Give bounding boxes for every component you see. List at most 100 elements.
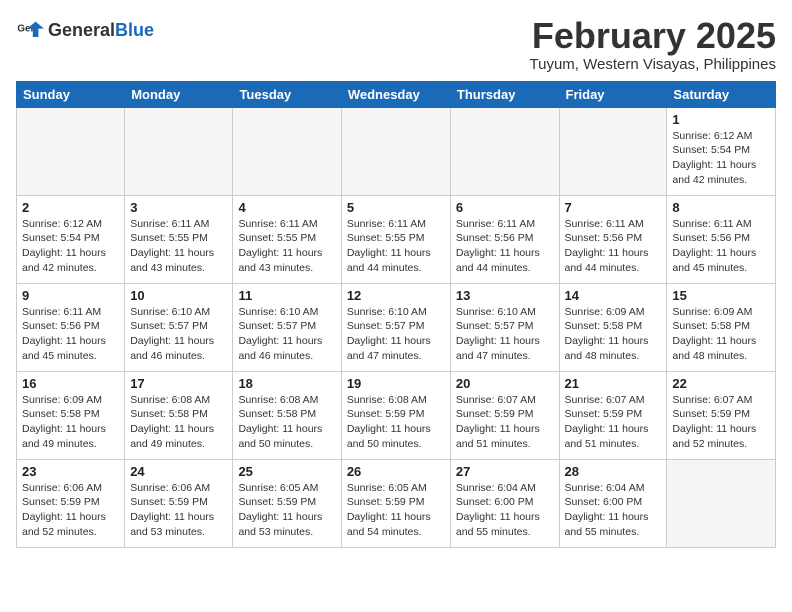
day-number: 28 xyxy=(565,464,662,479)
calendar-cell: 5Sunrise: 6:11 AMSunset: 5:55 PMDaylight… xyxy=(341,195,450,283)
calendar-cell xyxy=(450,107,559,195)
day-of-week-sunday: Sunday xyxy=(17,81,125,107)
calendar-cell: 28 Sunrise: 6:04 AMSunset: 6:00 PMDayligh… xyxy=(559,459,667,547)
calendar-cell xyxy=(341,107,450,195)
logo-general: General xyxy=(48,20,115,40)
page-header: Gen GeneralBlue February 2025 Tuyum, Wes… xyxy=(16,16,776,73)
calendar-cell: 26 Sunrise: 6:05 AMSunset: 5:59 PMDayligh… xyxy=(341,459,450,547)
day-info: Sunrise: 6:07 AMSunset: 5:59 PMDaylight:… xyxy=(565,393,662,452)
day-info: Sunrise: 6:12 AMSunset: 5:54 PMDaylight:… xyxy=(672,129,770,188)
calendar-week-1: 1Sunrise: 6:12 AMSunset: 5:54 PMDaylight… xyxy=(17,107,776,195)
calendar-week-5: 23Sunrise: 6:06 AMSunset: 5:59 PMDayligh… xyxy=(17,459,776,547)
calendar-cell: 19 Sunrise: 6:08 AMSunset: 5:59 PMDayligh… xyxy=(341,371,450,459)
day-of-week-friday: Friday xyxy=(559,81,667,107)
logo: Gen GeneralBlue xyxy=(16,16,154,44)
day-number: 12 xyxy=(347,288,445,303)
calendar-cell: 17Sunrise: 6:08 AMSunset: 5:58 PMDayligh… xyxy=(125,371,233,459)
calendar-cell: 11 Sunrise: 6:10 AMSunset: 5:57 PMDayligh… xyxy=(233,283,341,371)
day-info: Sunrise: 6:04 AMSunset: 6:00 PMDaylight:… xyxy=(565,481,662,540)
calendar-cell: 14 Sunrise: 6:09 AMSunset: 5:58 PMDayligh… xyxy=(559,283,667,371)
calendar-cell xyxy=(125,107,233,195)
calendar-cell: 1Sunrise: 6:12 AMSunset: 5:54 PMDaylight… xyxy=(667,107,776,195)
day-info: Sunrise: 6:10 AMSunset: 5:57 PMDaylight:… xyxy=(238,305,335,364)
day-number: 22 xyxy=(672,376,770,391)
calendar-cell: 4 Sunrise: 6:11 AMSunset: 5:55 PMDaylight… xyxy=(233,195,341,283)
day-info: Sunrise: 6:09 AMSunset: 5:58 PMDaylight:… xyxy=(565,305,662,364)
day-number: 16 xyxy=(22,376,119,391)
day-number: 8 xyxy=(672,200,770,215)
calendar-cell xyxy=(559,107,667,195)
month-title: February 2025 xyxy=(530,16,777,56)
day-info: Sunrise: 6:09 AMSunset: 5:58 PMDaylight:… xyxy=(672,305,770,364)
day-number: 15 xyxy=(672,288,770,303)
day-info: Sunrise: 6:11 AMSunset: 5:56 PMDaylight:… xyxy=(22,305,119,364)
day-number: 24 xyxy=(130,464,227,479)
day-of-week-tuesday: Tuesday xyxy=(233,81,341,107)
day-info: Sunrise: 6:10 AMSunset: 5:57 PMDaylight:… xyxy=(130,305,227,364)
day-info: Sunrise: 6:10 AMSunset: 5:57 PMDaylight:… xyxy=(456,305,554,364)
day-number: 27 xyxy=(456,464,554,479)
day-info: Sunrise: 6:08 AMSunset: 5:58 PMDaylight:… xyxy=(130,393,227,452)
day-info: Sunrise: 6:11 AMSunset: 5:55 PMDaylight:… xyxy=(238,217,335,276)
day-number: 9 xyxy=(22,288,119,303)
day-of-week-saturday: Saturday xyxy=(667,81,776,107)
logo-blue: Blue xyxy=(115,20,154,40)
calendar-cell: 2Sunrise: 6:12 AMSunset: 5:54 PMDaylight… xyxy=(17,195,125,283)
day-info: Sunrise: 6:04 AMSunset: 6:00 PMDaylight:… xyxy=(456,481,554,540)
calendar-week-4: 16 Sunrise: 6:09 AMSunset: 5:58 PMDayligh… xyxy=(17,371,776,459)
day-of-week-wednesday: Wednesday xyxy=(341,81,450,107)
calendar-cell: 21 Sunrise: 6:07 AMSunset: 5:59 PMDayligh… xyxy=(559,371,667,459)
calendar-cell: 27 Sunrise: 6:04 AMSunset: 6:00 PMDayligh… xyxy=(450,459,559,547)
calendar-cell: 12 Sunrise: 6:10 AMSunset: 5:57 PMDayligh… xyxy=(341,283,450,371)
calendar-cell: 23Sunrise: 6:06 AMSunset: 5:59 PMDayligh… xyxy=(17,459,125,547)
day-info: Sunrise: 6:11 AMSunset: 5:56 PMDaylight:… xyxy=(565,217,662,276)
day-number: 20 xyxy=(456,376,554,391)
calendar-cell xyxy=(17,107,125,195)
title-block: February 2025 Tuyum, Western Visayas, Ph… xyxy=(530,16,777,73)
day-number: 13 xyxy=(456,288,554,303)
calendar-cell: 20 Sunrise: 6:07 AMSunset: 5:59 PMDayligh… xyxy=(450,371,559,459)
calendar-cell: 25 Sunrise: 6:05 AMSunset: 5:59 PMDayligh… xyxy=(233,459,341,547)
day-number: 10 xyxy=(130,288,227,303)
calendar-cell: 10 Sunrise: 6:10 AMSunset: 5:57 PMDayligh… xyxy=(125,283,233,371)
day-info: Sunrise: 6:06 AMSunset: 5:59 PMDaylight:… xyxy=(22,481,119,540)
day-number: 19 xyxy=(347,376,445,391)
day-info: Sunrise: 6:08 AMSunset: 5:59 PMDaylight:… xyxy=(347,393,445,452)
calendar-cell: 22Sunrise: 6:07 AMSunset: 5:59 PMDayligh… xyxy=(667,371,776,459)
calendar-cell: 24 Sunrise: 6:06 AMSunset: 5:59 PMDayligh… xyxy=(125,459,233,547)
day-info: Sunrise: 6:05 AMSunset: 5:59 PMDaylight:… xyxy=(238,481,335,540)
day-number: 26 xyxy=(347,464,445,479)
calendar-cell xyxy=(667,459,776,547)
calendar-cell: 18Sunrise: 6:08 AMSunset: 5:58 PMDayligh… xyxy=(233,371,341,459)
day-info: Sunrise: 6:05 AMSunset: 5:59 PMDaylight:… xyxy=(347,481,445,540)
day-number: 21 xyxy=(565,376,662,391)
calendar-header-row: SundayMondayTuesdayWednesdayThursdayFrid… xyxy=(17,81,776,107)
day-number: 14 xyxy=(565,288,662,303)
day-number: 18 xyxy=(238,376,335,391)
calendar-week-3: 9 Sunrise: 6:11 AMSunset: 5:56 PMDaylight… xyxy=(17,283,776,371)
calendar-cell: 16 Sunrise: 6:09 AMSunset: 5:58 PMDayligh… xyxy=(17,371,125,459)
day-info: Sunrise: 6:10 AMSunset: 5:57 PMDaylight:… xyxy=(347,305,445,364)
day-number: 25 xyxy=(238,464,335,479)
location-title: Tuyum, Western Visayas, Philippines xyxy=(530,56,777,73)
day-info: Sunrise: 6:09 AMSunset: 5:58 PMDaylight:… xyxy=(22,393,119,452)
calendar-cell: 7Sunrise: 6:11 AMSunset: 5:56 PMDaylight… xyxy=(559,195,667,283)
calendar-week-2: 2Sunrise: 6:12 AMSunset: 5:54 PMDaylight… xyxy=(17,195,776,283)
calendar-cell: 13 Sunrise: 6:10 AMSunset: 5:57 PMDayligh… xyxy=(450,283,559,371)
day-info: Sunrise: 6:12 AMSunset: 5:54 PMDaylight:… xyxy=(22,217,119,276)
calendar-cell xyxy=(233,107,341,195)
day-number: 3 xyxy=(130,200,227,215)
day-info: Sunrise: 6:06 AMSunset: 5:59 PMDaylight:… xyxy=(130,481,227,540)
day-info: Sunrise: 6:11 AMSunset: 5:56 PMDaylight:… xyxy=(456,217,554,276)
day-info: Sunrise: 6:11 AMSunset: 5:56 PMDaylight:… xyxy=(672,217,770,276)
calendar-cell: 15 Sunrise: 6:09 AMSunset: 5:58 PMDayligh… xyxy=(667,283,776,371)
day-number: 5 xyxy=(347,200,445,215)
day-number: 11 xyxy=(238,288,335,303)
logo-icon: Gen xyxy=(16,16,44,44)
day-info: Sunrise: 6:07 AMSunset: 5:59 PMDaylight:… xyxy=(456,393,554,452)
calendar-table: SundayMondayTuesdayWednesdayThursdayFrid… xyxy=(16,81,776,548)
day-number: 4 xyxy=(238,200,335,215)
day-of-week-thursday: Thursday xyxy=(450,81,559,107)
day-number: 6 xyxy=(456,200,554,215)
calendar-cell: 9 Sunrise: 6:11 AMSunset: 5:56 PMDaylight… xyxy=(17,283,125,371)
